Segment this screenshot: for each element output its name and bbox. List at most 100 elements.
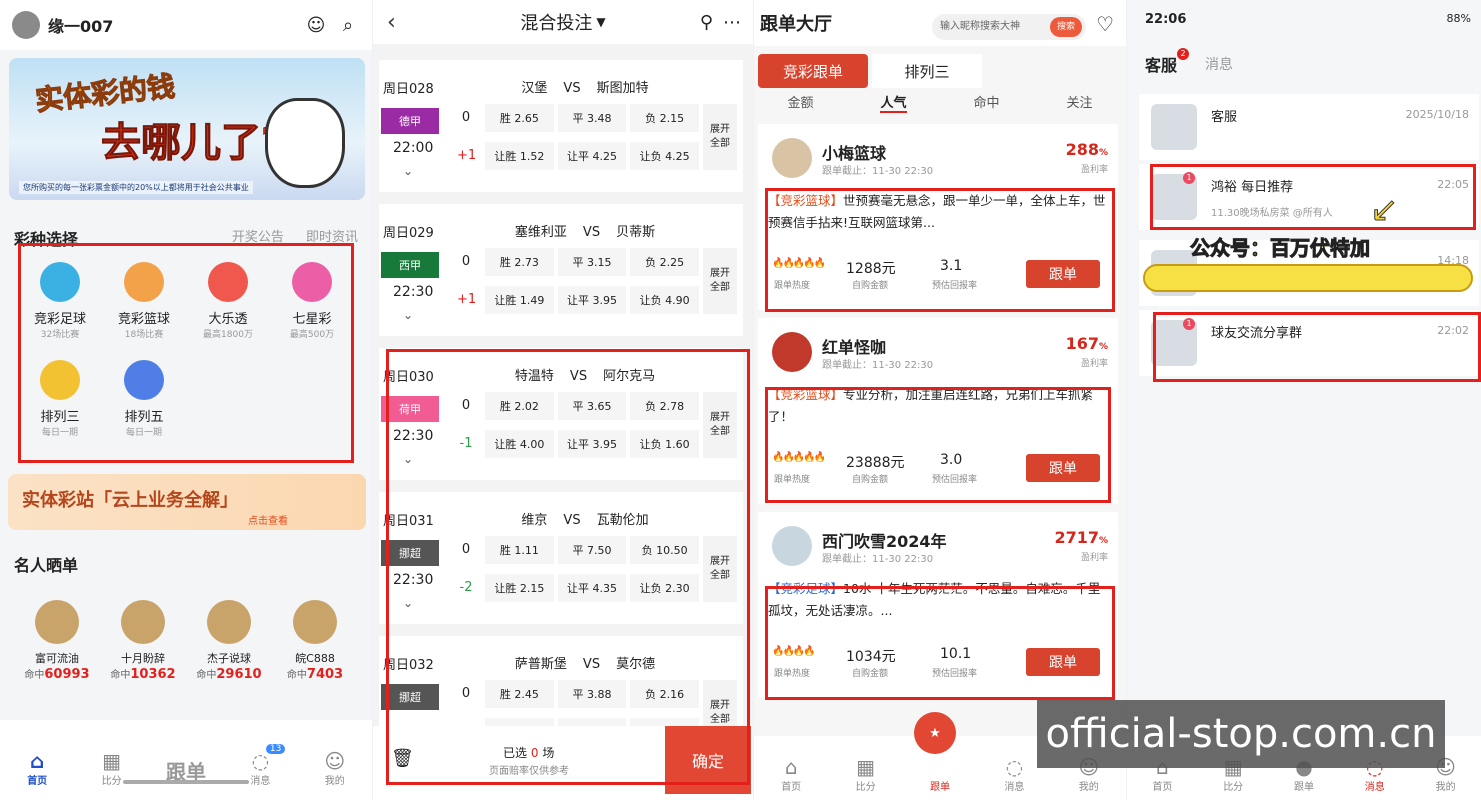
star-card[interactable]: 杰子说球 命中29610 — [192, 600, 266, 682]
avatar[interactable] — [772, 332, 812, 372]
hit-value: 7403 — [306, 667, 344, 682]
tab-home[interactable]: ⌂ 首页 — [12, 750, 62, 800]
odds-row: 让胜 1.52 让平 4.25 让负 4.25 — [485, 142, 700, 170]
star-name: 十月盼辞 — [121, 652, 165, 665]
match-card: 周日028 德甲 22:00 ⌄ 汉堡 VS 斯图加特 0 +1 胜 2.65 平 3.48 负 2.… — [379, 60, 743, 192]
odds-cell[interactable]: 胜 2.65 — [485, 104, 554, 132]
search-input[interactable]: 输入昵称搜索大神 搜索 — [932, 14, 1086, 40]
filter-icon[interactable]: ⚲ — [700, 12, 713, 33]
star-card[interactable]: 富可流油 命中60993 — [20, 600, 94, 682]
expand-all-button[interactable]: 展开 全部 — [703, 248, 737, 314]
odds-cell[interactable]: 负 2.25 — [630, 248, 700, 276]
vs-label: VS — [563, 81, 581, 96]
odds-cell[interactable]: 负 2.15 — [630, 104, 700, 132]
banner-footnote: 您所购买的每一张彩票金额中的20%以上都将用于社会公共事业 — [19, 181, 253, 194]
more-icon[interactable]: ⋯ — [723, 12, 741, 33]
highlight-box — [1150, 164, 1476, 230]
home-indicator — [123, 780, 249, 784]
avatar — [207, 600, 251, 644]
profit-label: 盈利率 — [1080, 553, 1108, 563]
sort-hit[interactable]: 命中 — [973, 92, 999, 113]
profit-value: 167 — [1065, 334, 1099, 353]
search-icon[interactable]: ⌕ — [336, 13, 360, 37]
back-icon[interactable]: ‹ — [387, 10, 396, 35]
heart-add-icon[interactable]: ♡ — [1096, 12, 1114, 36]
message-badge: 13 — [265, 744, 286, 754]
search-button[interactable]: 搜索 — [1049, 17, 1082, 37]
odds-cell[interactable]: 让胜 1.49 — [485, 286, 554, 314]
avatar[interactable] — [772, 526, 812, 566]
profit-unit: % — [1098, 148, 1108, 158]
odds-row: 胜 2.73 平 3.15 负 2.25 — [485, 248, 700, 276]
promo-banner[interactable]: 实体彩站「云上业务全解」 点击查看 — [8, 474, 366, 530]
service-icon[interactable]: ☺ — [304, 13, 328, 37]
star-name: 富可流油 — [35, 652, 79, 665]
battery-level: 88% — [1446, 12, 1471, 25]
expert-name[interactable]: 小梅篮球 — [822, 140, 886, 164]
follow-fab-icon[interactable]: ★ — [914, 712, 956, 754]
profit-rate: 167% — [1066, 334, 1108, 353]
match-teams: 塞维利亚 VS 贝蒂斯 — [455, 221, 715, 240]
tab-service[interactable]: 客服 — [1145, 52, 1177, 76]
profile-icon: ☺ — [324, 749, 346, 773]
sort-popular[interactable]: 人气 — [880, 92, 907, 113]
odds-cell[interactable]: 让负 4.90 — [630, 286, 700, 314]
tab-messages[interactable]: 13 ◌ 消息 — [235, 744, 286, 800]
star-card[interactable]: 皖C888 命中7403 — [278, 600, 352, 682]
user-avatar[interactable] — [12, 11, 40, 39]
avatar[interactable] — [772, 138, 812, 178]
watermark: official-stop.com.cn — [1037, 700, 1445, 768]
tab-pailie3[interactable]: 排列三 — [872, 54, 982, 88]
expert-name[interactable]: 红单怪咖 — [822, 334, 886, 358]
tab-jingcai[interactable]: 竞彩跟单 — [758, 54, 868, 88]
odds-cell[interactable]: 平 3.48 — [557, 104, 627, 132]
vs-label: VS — [582, 225, 601, 240]
expert-name[interactable]: 西门吹雪2024年 — [822, 528, 947, 552]
page-title[interactable]: 混合投注 — [520, 9, 592, 35]
hit-label: 命中 — [286, 670, 307, 681]
sort-follow[interactable]: 关注 — [1066, 92, 1092, 113]
away-team: 贝蒂斯 — [616, 225, 656, 240]
star-card[interactable]: 十月盼辞 命中10362 — [106, 600, 180, 682]
tab-me[interactable]: ☺ 我的 — [310, 750, 360, 800]
tab-messages[interactable]: 消息 — [1205, 54, 1233, 74]
tab-home[interactable]: ⌂ 首页 — [766, 756, 816, 800]
mascot-image — [265, 98, 345, 188]
tab-follow[interactable]: 跟单 — [915, 756, 965, 800]
sort-amount[interactable]: 金额 — [787, 92, 813, 113]
odds-row: 让胜 1.49 让平 3.95 让负 4.90 — [485, 286, 700, 314]
betting-header: ‹ 混合投注 ▼ ⚲ ⋯ — [373, 0, 753, 44]
chevron-down-icon[interactable]: ⌄ — [403, 308, 413, 322]
odds-cell[interactable]: 让平 4.25 — [557, 142, 627, 170]
avatar — [35, 600, 79, 644]
odds-cell[interactable]: 让平 3.95 — [557, 286, 627, 314]
highlight-box — [765, 188, 1115, 312]
stars-title: 名人晒单 — [14, 556, 79, 575]
odds-cell[interactable]: 胜 2.73 — [485, 248, 554, 276]
chevron-down-icon[interactable]: ⌄ — [403, 164, 413, 178]
league-badge: 西甲 — [381, 252, 439, 278]
star-name: 皖C888 — [295, 652, 335, 665]
chat-name: 客服 — [1211, 110, 1238, 125]
star-name: 杰子说球 — [207, 652, 251, 665]
odds-cell[interactable]: 让胜 1.52 — [485, 142, 554, 170]
tab-follow[interactable]: 跟单 — [161, 750, 211, 800]
handicap-value: +1 — [457, 148, 477, 163]
banner[interactable]: 实体彩的钱 去哪儿了? 您所购买的每一张彩票金额中的20%以上都将用于社会公共事… — [9, 58, 365, 200]
tab-score[interactable]: ▦ 比分 — [87, 750, 137, 800]
odds-cell[interactable]: 让负 4.25 — [630, 142, 700, 170]
profit-value: 2717 — [1054, 528, 1099, 547]
overlay-pill — [1143, 264, 1473, 292]
highlight-box — [765, 387, 1111, 503]
expand-all-button[interactable]: 展开 全部 — [703, 104, 737, 170]
tab-messages[interactable]: ◌ 消息 — [989, 756, 1039, 800]
tab-score[interactable]: ▦ 比分 — [841, 756, 891, 800]
chat-item[interactable]: 客服 2025/10/18 — [1139, 94, 1479, 160]
chevron-down-icon[interactable]: ▼ — [596, 15, 605, 29]
score-icon: ▦ — [856, 755, 876, 779]
home-icon: ⌂ — [784, 755, 798, 779]
service-badge: 2 — [1177, 48, 1189, 60]
avatar — [293, 600, 337, 644]
profit-rate: 288% — [1066, 140, 1108, 159]
odds-cell[interactable]: 平 3.15 — [557, 248, 627, 276]
